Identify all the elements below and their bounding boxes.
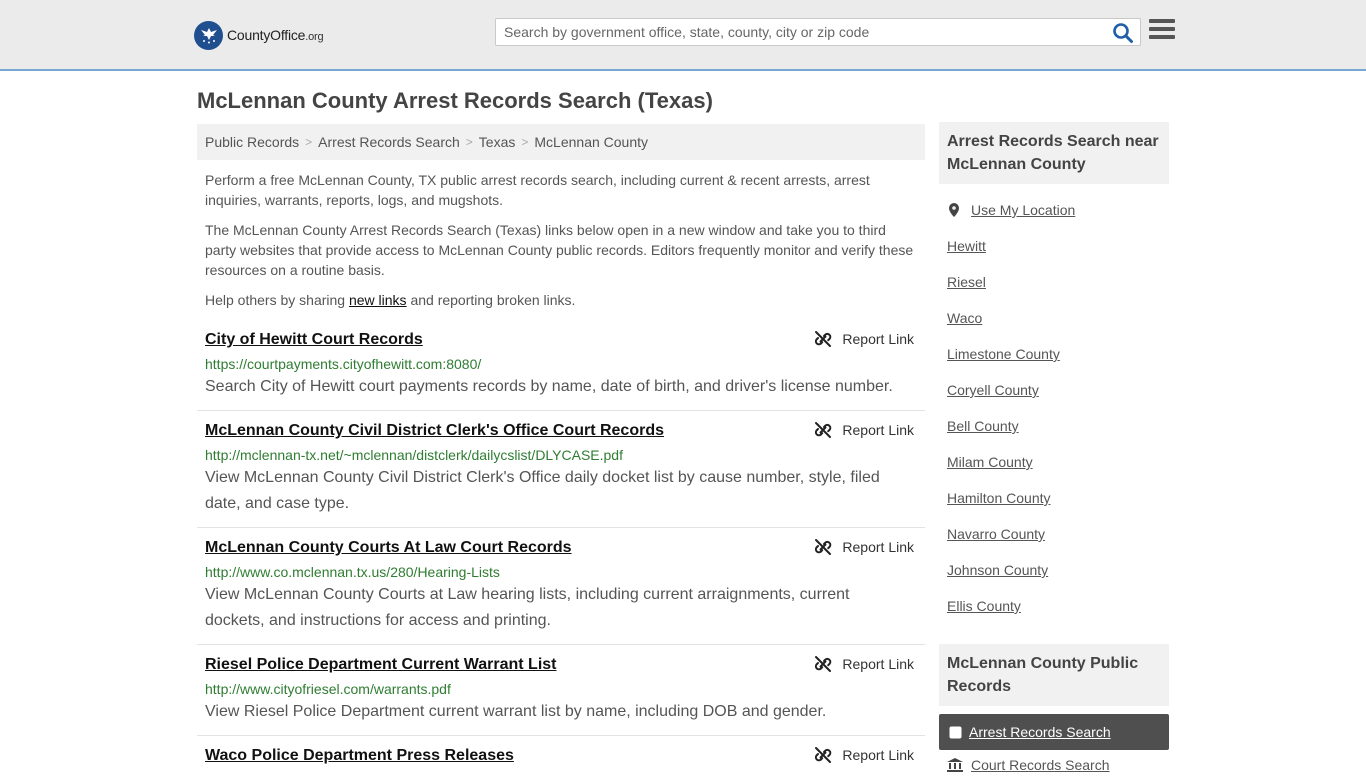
broken-link-icon [815, 331, 832, 347]
result-item: McLennan County Courts At Law Court Reco… [197, 528, 925, 645]
nearby-link-milam-county[interactable]: Milam County [947, 444, 1161, 480]
search-input[interactable] [496, 19, 1106, 45]
result-item: Riesel Police Department Current Warrant… [197, 645, 925, 736]
disclaimer-paragraph: The McLennan County Arrest Records Searc… [205, 222, 914, 278]
report-link-button[interactable]: Report Link [814, 421, 914, 439]
logo-wordmark: CountyOffice.org [227, 27, 324, 43]
result-title-link[interactable]: McLennan County Civil District Clerk's O… [205, 421, 917, 441]
sidebar-item-arrest-records-search[interactable]: Arrest Records Search [939, 714, 1169, 750]
use-my-location-link[interactable]: Use My Location [971, 202, 1075, 218]
nearby-link-navarro-county[interactable]: Navarro County [947, 516, 1161, 552]
nearby-link-hewitt[interactable]: Hewitt [947, 228, 1161, 264]
nearby-link-ellis-county[interactable]: Ellis County [947, 588, 1161, 624]
result-title-link[interactable]: Waco Police Department Press Releases [205, 746, 917, 766]
result-title-link[interactable]: City of Hewitt Court Records [205, 330, 917, 350]
broken-link-icon [815, 747, 832, 763]
result-item: Waco Police Department Press Releases Re… [197, 736, 925, 776]
report-link-button[interactable]: Report Link [814, 746, 914, 764]
report-link-button[interactable]: Report Link [814, 538, 914, 556]
public-records-heading: McLennan County Public Records [939, 644, 1169, 706]
chevron-right-icon: > [465, 135, 473, 149]
hamburger-menu-icon[interactable] [1149, 19, 1175, 43]
courthouse-icon [947, 758, 963, 772]
top-header: CountyOffice.org [0, 0, 1366, 71]
nearby-link-riesel[interactable]: Riesel [947, 264, 1161, 300]
result-description: Search City of Hewitt court payments rec… [205, 378, 893, 395]
result-url: https://courtpayments.cityofhewitt.com:8… [205, 356, 482, 372]
nearby-link-limestone-county[interactable]: Limestone County [947, 336, 1161, 372]
result-url: http://www.co.mclennan.tx.us/280/Hearing… [205, 564, 500, 580]
report-link-button[interactable]: Report Link [814, 655, 914, 673]
broken-link-icon [815, 422, 832, 438]
page-title: McLennan County Arrest Records Search (T… [197, 88, 713, 113]
result-description: View Riesel Police Department current wa… [205, 703, 827, 720]
breadcrumb-texas[interactable]: Texas [479, 134, 516, 150]
nearby-heading: Arrest Records Search near McLennan Coun… [939, 122, 1169, 184]
share-paragraph: Help others by sharing new links and rep… [205, 292, 576, 308]
report-link-button[interactable]: Report Link [814, 330, 914, 348]
sidebar-item-label[interactable]: Court Records Search [971, 757, 1110, 773]
sidebar-item-label[interactable]: Arrest Records Search [969, 724, 1111, 740]
breadcrumb: Public Records > Arrest Records Search >… [197, 124, 925, 160]
nearby-link-johnson-county[interactable]: Johnson County [947, 552, 1161, 588]
main-content: Perform a free McLennan County, TX publi… [197, 170, 925, 776]
search-icon[interactable] [1112, 22, 1134, 44]
chevron-right-icon: > [305, 135, 313, 149]
sidebar-item-court-records-search[interactable]: Court Records Search [939, 750, 1169, 780]
nearby-link-coryell-county[interactable]: Coryell County [947, 372, 1161, 408]
square-icon [949, 726, 962, 738]
nearby-list: Use My Location Hewitt Riesel Waco Limes… [939, 192, 1169, 624]
result-description: View McLennan County Civil District Cler… [205, 469, 880, 512]
chevron-right-icon: > [521, 135, 529, 149]
result-title-link[interactable]: Riesel Police Department Current Warrant… [205, 655, 917, 675]
site-logo[interactable]: CountyOffice.org [194, 20, 324, 50]
public-records-list: Arrest Records Search Court Records Sear… [939, 714, 1169, 780]
result-url: http://mclennan-tx.net/~mclennan/distcle… [205, 447, 623, 463]
location-pin-icon [949, 203, 959, 217]
result-title-link[interactable]: McLennan County Courts At Law Court Reco… [205, 538, 917, 558]
broken-link-icon [815, 539, 832, 555]
site-search [495, 18, 1141, 46]
breadcrumb-arrest-records-search[interactable]: Arrest Records Search [318, 134, 460, 150]
result-item: City of Hewitt Court Records Report Link… [197, 330, 925, 411]
nearby-link-hamilton-county[interactable]: Hamilton County [947, 480, 1161, 516]
intro-paragraph: Perform a free McLennan County, TX publi… [205, 172, 870, 208]
breadcrumb-current: McLennan County [534, 134, 649, 150]
nearby-link-waco[interactable]: Waco [947, 300, 1161, 336]
new-links-link[interactable]: new links [349, 292, 407, 308]
eagle-seal-icon [194, 20, 223, 50]
use-location-row: Use My Location [947, 192, 1161, 228]
broken-link-icon [815, 656, 832, 672]
result-item: McLennan County Civil District Clerk's O… [197, 411, 925, 528]
nearby-link-bell-county[interactable]: Bell County [947, 408, 1161, 444]
breadcrumb-public-records[interactable]: Public Records [205, 134, 299, 150]
sidebar: Arrest Records Search near McLennan Coun… [939, 122, 1169, 780]
result-url: http://www.cityofriesel.com/warrants.pdf [205, 681, 451, 697]
result-description: View McLennan County Courts at Law heari… [205, 586, 850, 629]
